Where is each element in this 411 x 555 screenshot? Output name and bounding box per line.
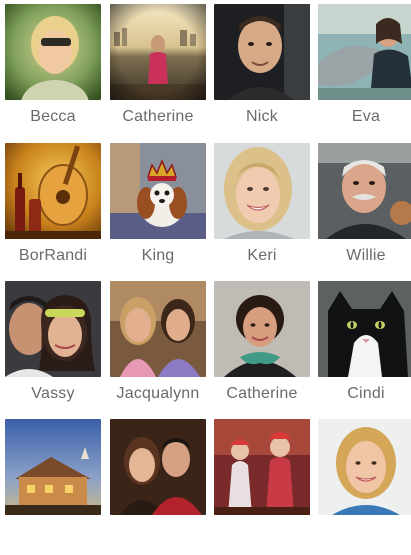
- friend-photo[interactable]: [110, 419, 206, 515]
- friend-name[interactable]: Jacqualynn: [104, 385, 212, 403]
- friend-name[interactable]: Catherine: [104, 108, 212, 126]
- friend-photo[interactable]: [214, 143, 310, 239]
- friend-name[interactable]: Keri: [208, 247, 316, 265]
- friend-name[interactable]: Vassy: [0, 385, 107, 403]
- friend-photo[interactable]: [318, 419, 411, 515]
- friend-name[interactable]: Willie: [312, 247, 411, 265]
- friend-name[interactable]: BorRandi: [0, 247, 107, 265]
- friend-card-jacqualynn[interactable]: Jacqualynn: [110, 281, 206, 417]
- friend-card-catherine-2[interactable]: Catherine: [214, 281, 310, 417]
- friend-photo[interactable]: [5, 281, 101, 377]
- friend-card-couple[interactable]: [110, 419, 206, 555]
- friend-photo[interactable]: [5, 419, 101, 515]
- friend-name[interactable]: Nick: [208, 108, 316, 126]
- friend-card-eva[interactable]: Eva: [318, 4, 411, 140]
- friend-name[interactable]: Catherine: [208, 385, 316, 403]
- friend-name[interactable]: Becca: [0, 108, 107, 126]
- friend-card-house[interactable]: [5, 419, 101, 555]
- friend-card-catherine[interactable]: Catherine: [110, 4, 206, 140]
- friend-photo[interactable]: [110, 143, 206, 239]
- friends-grid: Becca Catherine Nick Eva BorRandi King K…: [0, 0, 411, 515]
- friend-photo[interactable]: [318, 281, 411, 377]
- friend-photo[interactable]: [318, 143, 411, 239]
- friend-card-keri[interactable]: Keri: [214, 143, 310, 279]
- friend-photo[interactable]: [318, 4, 411, 100]
- friend-photo[interactable]: [5, 143, 101, 239]
- friend-card-blonde[interactable]: [318, 419, 411, 555]
- friend-photo[interactable]: [214, 419, 310, 515]
- friend-card-vassy[interactable]: Vassy: [5, 281, 101, 417]
- friend-card-becca[interactable]: Becca: [5, 4, 101, 140]
- friend-card-willie[interactable]: Willie: [318, 143, 411, 279]
- friend-photo[interactable]: [110, 4, 206, 100]
- friend-card-borrandi[interactable]: BorRandi: [5, 143, 101, 279]
- friend-name[interactable]: Eva: [312, 108, 411, 126]
- friend-name[interactable]: Cindi: [312, 385, 411, 403]
- friend-card-cindi[interactable]: Cindi: [318, 281, 411, 417]
- friend-name[interactable]: King: [104, 247, 212, 265]
- friend-card-costumes[interactable]: [214, 419, 310, 555]
- friend-card-nick[interactable]: Nick: [214, 4, 310, 140]
- friend-photo[interactable]: [214, 4, 310, 100]
- friend-photo[interactable]: [5, 4, 101, 100]
- friend-photo[interactable]: [110, 281, 206, 377]
- friend-card-king[interactable]: King: [110, 143, 206, 279]
- friend-photo[interactable]: [214, 281, 310, 377]
